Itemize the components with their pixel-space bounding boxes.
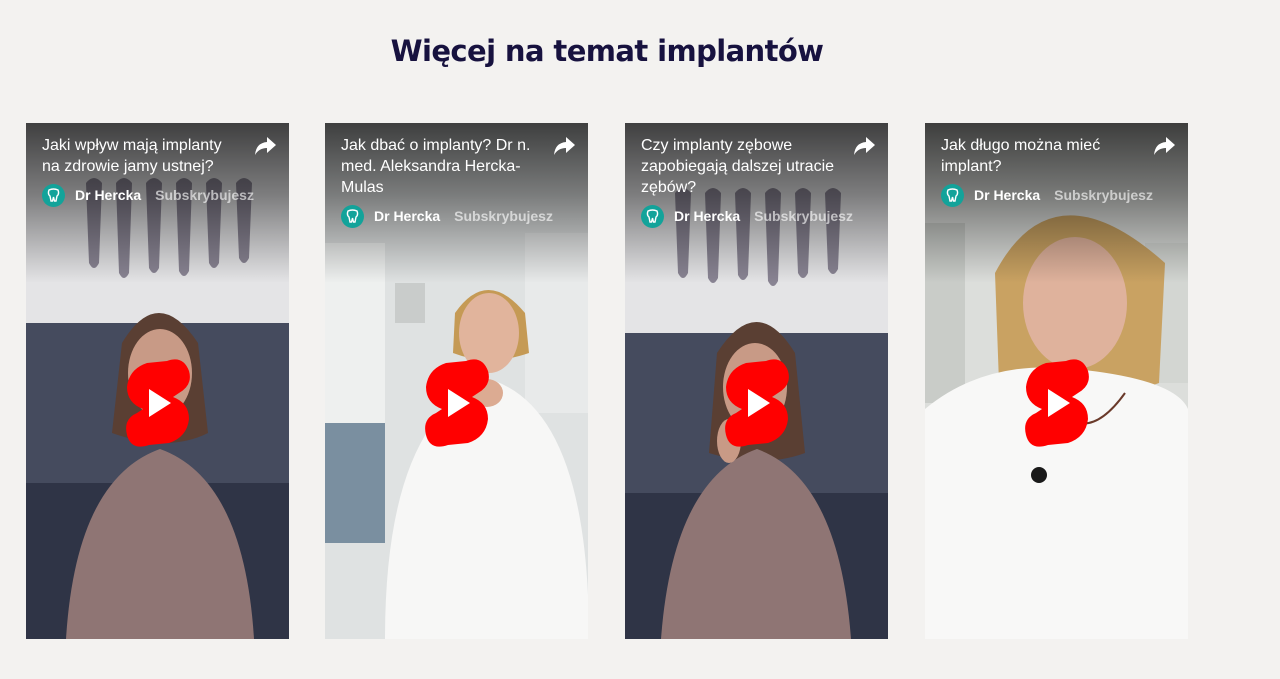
video-title[interactable]: Jak dbać o implanty? Dr n. med. Aleksand… (341, 135, 541, 198)
subscribe-status[interactable]: Subskrybujesz (155, 187, 254, 203)
subscribe-status[interactable]: Subskrybujesz (1054, 187, 1153, 203)
channel-row: Dr Hercka Subskrybujesz (42, 183, 254, 207)
channel-name[interactable]: Dr Hercka (75, 187, 141, 203)
channel-row: Dr Hercka Subskrybujesz (641, 204, 853, 228)
video-title[interactable]: Jaki wpływ mają implanty na zdrowie jamy… (42, 135, 242, 177)
share-arrow-icon[interactable] (852, 135, 876, 157)
channel-row: Dr Hercka Subskrybujesz (941, 183, 1153, 207)
video-title[interactable]: Czy implanty zębowe zapobiegają dalszej … (641, 135, 841, 198)
channel-name[interactable]: Dr Hercka (974, 187, 1040, 203)
video-card-2[interactable]: Jak dbać o implanty? Dr n. med. Aleksand… (325, 123, 588, 639)
tooth-logo-icon[interactable] (941, 183, 964, 207)
tooth-logo-icon[interactable] (641, 204, 664, 228)
video-card-4[interactable]: Jak długo można mieć implant? Dr Hercka … (925, 123, 1188, 639)
subscribe-status[interactable]: Subskrybujesz (754, 208, 853, 224)
tooth-logo-icon[interactable] (42, 183, 65, 207)
section-title: Więcej na temat implantów (390, 34, 824, 68)
video-title[interactable]: Jak długo można mieć implant? (941, 135, 1141, 177)
channel-row: Dr Hercka Subskrybujesz (341, 204, 553, 228)
channel-name[interactable]: Dr Hercka (674, 208, 740, 224)
page: Więcej na temat implantów Jaki wpływ maj… (0, 0, 1280, 679)
channel-name[interactable]: Dr Hercka (374, 208, 440, 224)
youtube-shorts-play-icon[interactable] (722, 357, 792, 449)
share-arrow-icon[interactable] (552, 135, 576, 157)
youtube-shorts-play-icon[interactable] (123, 357, 193, 449)
youtube-shorts-play-icon[interactable] (422, 357, 492, 449)
video-card-1[interactable]: Jaki wpływ mają implanty na zdrowie jamy… (26, 123, 289, 639)
share-arrow-icon[interactable] (1152, 135, 1176, 157)
share-arrow-icon[interactable] (253, 135, 277, 157)
video-card-3[interactable]: Czy implanty zębowe zapobiegają dalszej … (625, 123, 888, 639)
subscribe-status[interactable]: Subskrybujesz (454, 208, 553, 224)
youtube-shorts-play-icon[interactable] (1022, 357, 1092, 449)
tooth-logo-icon[interactable] (341, 204, 364, 228)
